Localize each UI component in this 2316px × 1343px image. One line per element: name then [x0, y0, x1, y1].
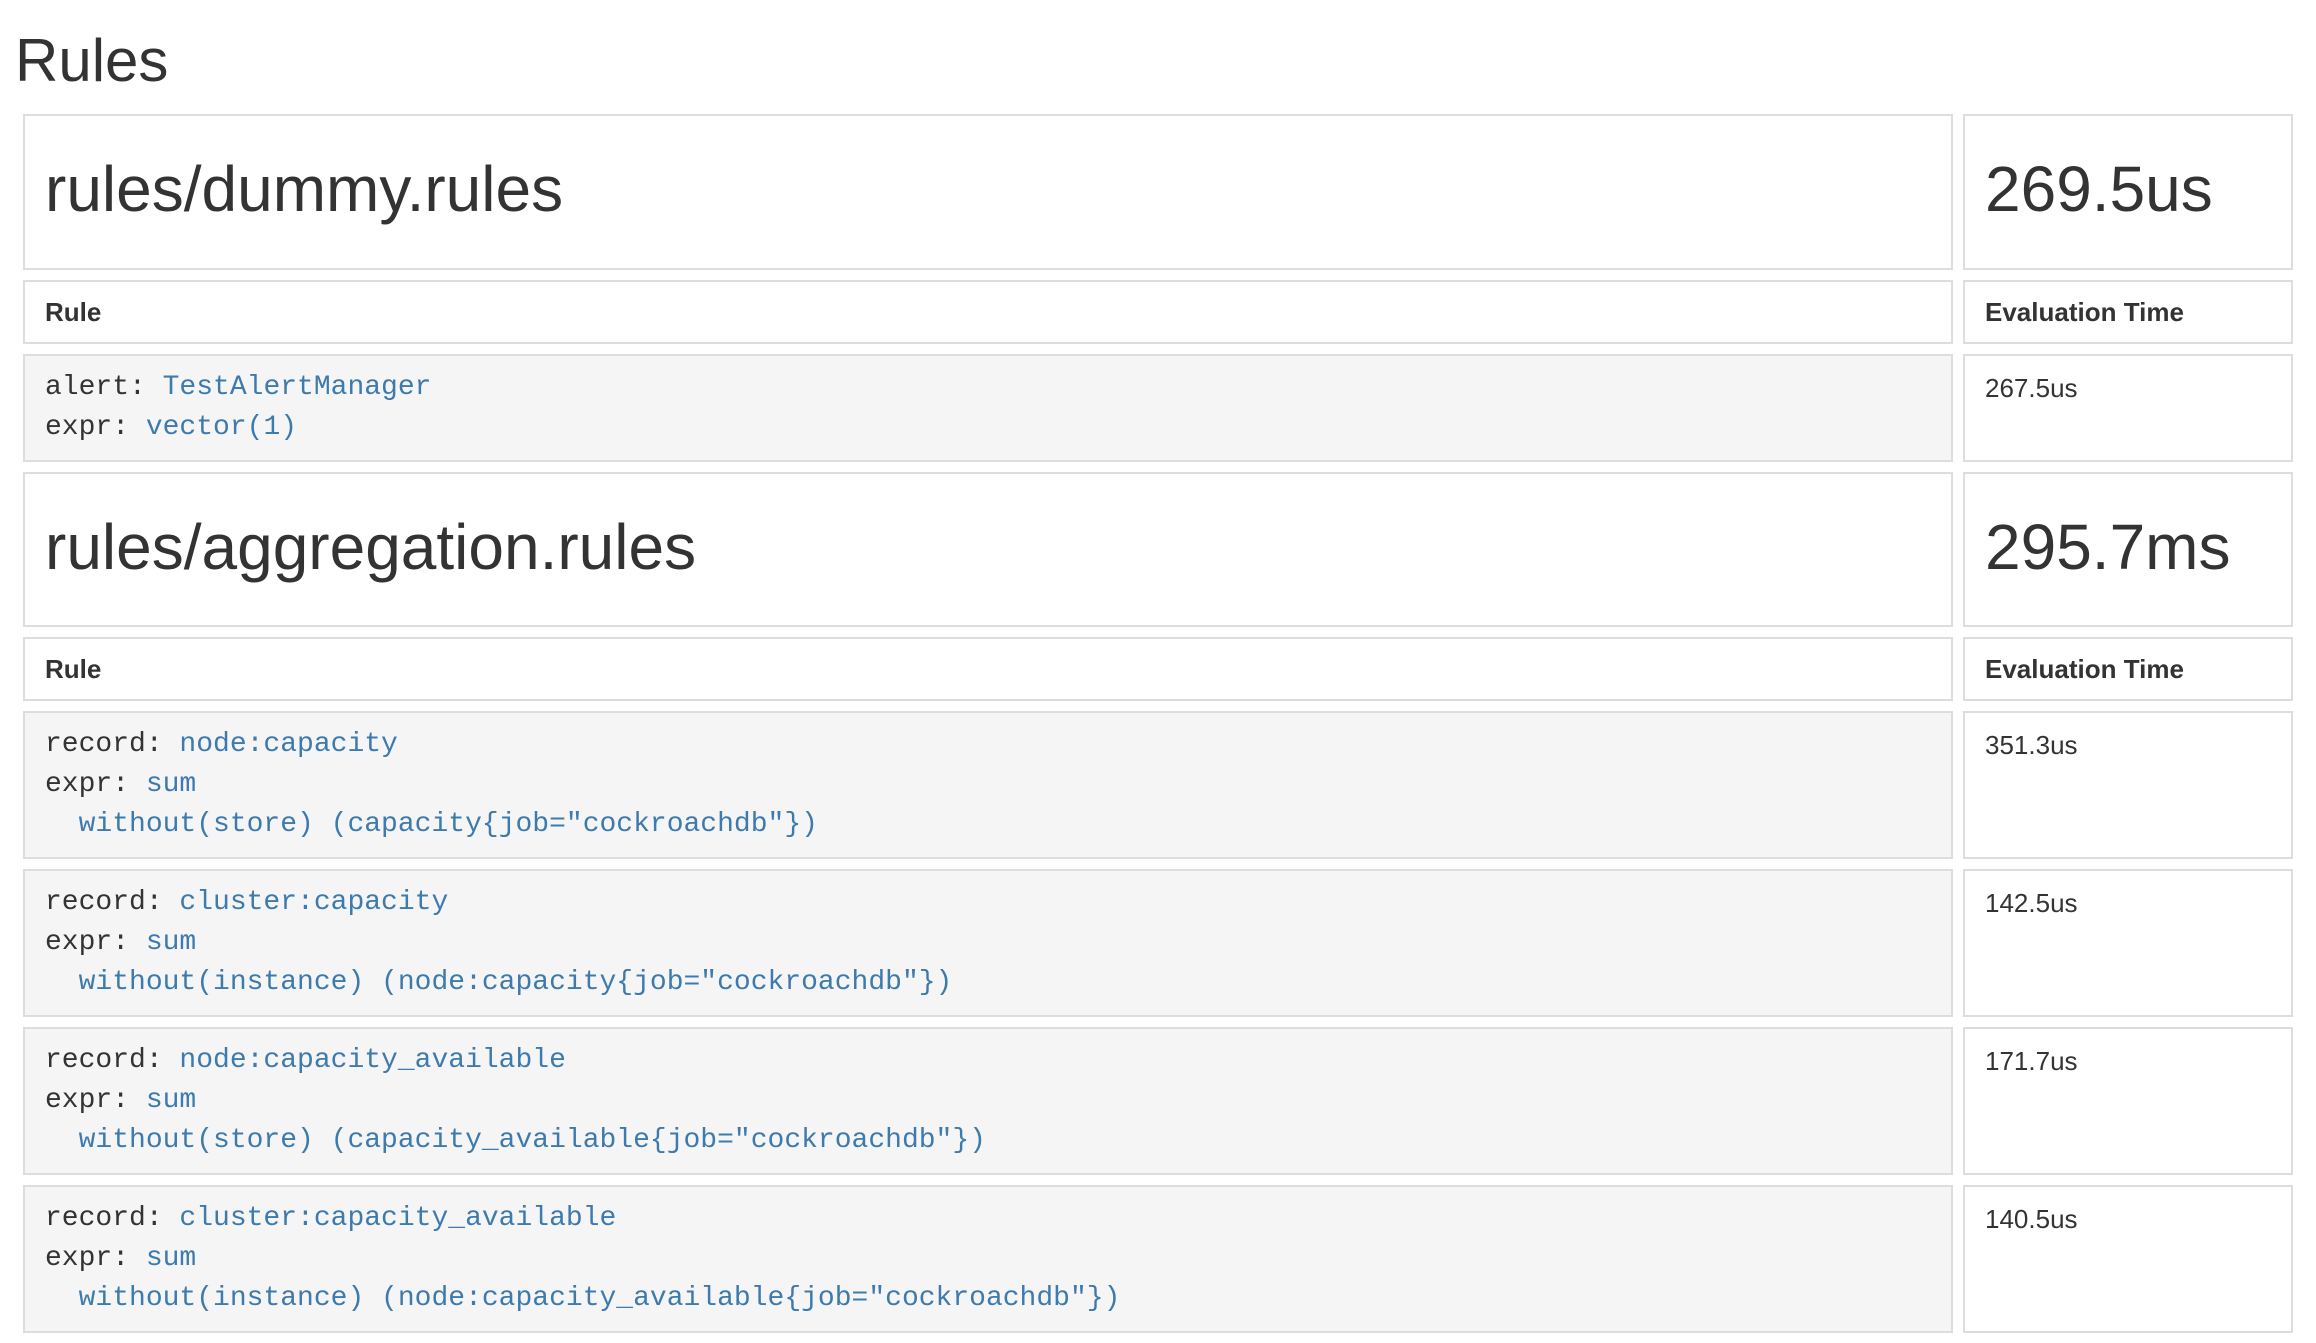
promql-expression-link[interactable]: vector(1): [146, 412, 297, 443]
rule-group-file: rules/aggregation.rules: [45, 512, 1931, 584]
column-header-row: RuleEvaluation Time: [23, 637, 2293, 701]
rule-keyword: expr:: [45, 927, 146, 958]
rule-keyword: record:: [45, 1045, 179, 1076]
rule-keyword: record:: [45, 887, 179, 918]
rule-row: alert: TestAlertManager expr: vector(1) 2…: [23, 354, 2293, 462]
rule-definition-cell: record: node:capacity_available expr: su…: [23, 1027, 1953, 1175]
rule-definition: record: node:capacity expr: sum without(…: [45, 725, 1931, 845]
rule-definition-cell: record: node:capacity expr: sum without(…: [23, 711, 1953, 859]
promql-expression-link[interactable]: node:capacity_available: [179, 1045, 565, 1076]
rule-keyword: expr:: [45, 1243, 146, 1274]
rule-keyword: expr:: [45, 1085, 146, 1116]
rule-group-eval-time-cell: 269.5us: [1963, 114, 2293, 270]
rule-column-header: Rule: [23, 637, 1953, 701]
promql-expression-link[interactable]: node:capacity: [179, 729, 397, 760]
rule-group-eval-time: 269.5us: [1985, 154, 2271, 226]
rule-group-eval-time: 295.7ms: [1985, 512, 2271, 584]
rule-row: record: cluster:capacity expr: sum witho…: [23, 869, 2293, 1017]
rule-definition: record: cluster:capacity_available expr:…: [45, 1199, 1931, 1319]
rule-eval-time: 267.5us: [1963, 354, 2293, 462]
rule-keyword: record:: [45, 1203, 179, 1234]
promql-expression-link[interactable]: sum without(store) (capacity{job="cockro…: [45, 769, 818, 840]
rule-row: record: cluster:capacity_available expr:…: [23, 1185, 2293, 1333]
promql-expression-link[interactable]: cluster:capacity_available: [179, 1203, 616, 1234]
rules-table-body: rules/dummy.rules269.5usRuleEvaluation T…: [23, 114, 2293, 1333]
rule-definition: alert: TestAlertManager expr: vector(1): [45, 368, 1931, 448]
rule-eval-time: 142.5us: [1963, 869, 2293, 1017]
page-title: Rules: [15, 28, 2303, 94]
rule-definition-cell: record: cluster:capacity_available expr:…: [23, 1185, 1953, 1333]
column-header-row: RuleEvaluation Time: [23, 280, 2293, 344]
promql-expression-link[interactable]: cluster:capacity: [179, 887, 448, 918]
promql-expression-link[interactable]: sum without(instance) (node:capacity{job…: [45, 927, 952, 998]
rules-table: rules/dummy.rules269.5usRuleEvaluation T…: [13, 104, 2303, 1343]
eval-time-column-header: Evaluation Time: [1963, 280, 2293, 344]
eval-time-column-header: Evaluation Time: [1963, 637, 2293, 701]
rule-eval-time: 171.7us: [1963, 1027, 2293, 1175]
rule-group-file-cell: rules/aggregation.rules: [23, 472, 1953, 628]
rule-keyword: alert:: [45, 372, 163, 403]
promql-expression-link[interactable]: TestAlertManager: [163, 372, 432, 403]
rule-row: record: node:capacity_available expr: su…: [23, 1027, 2293, 1175]
rule-keyword: expr:: [45, 769, 146, 800]
rule-group-eval-time-cell: 295.7ms: [1963, 472, 2293, 628]
rule-row: record: node:capacity expr: sum without(…: [23, 711, 2293, 859]
rule-definition-cell: record: cluster:capacity expr: sum witho…: [23, 869, 1953, 1017]
rule-group-file-cell: rules/dummy.rules: [23, 114, 1953, 270]
rule-eval-time: 140.5us: [1963, 1185, 2293, 1333]
rule-keyword: record:: [45, 729, 179, 760]
rule-group-header-row: rules/aggregation.rules 295.7ms: [23, 472, 2293, 628]
rule-group-file: rules/dummy.rules: [45, 154, 1931, 226]
rule-definition: record: node:capacity_available expr: su…: [45, 1041, 1931, 1161]
rule-definition: record: cluster:capacity expr: sum witho…: [45, 883, 1931, 1003]
rule-column-header: Rule: [23, 280, 1953, 344]
rule-group-header-row: rules/dummy.rules 269.5us: [23, 114, 2293, 270]
rule-eval-time: 351.3us: [1963, 711, 2293, 859]
rule-keyword: expr:: [45, 412, 146, 443]
promql-expression-link[interactable]: sum without(store) (capacity_available{j…: [45, 1085, 986, 1156]
promql-expression-link[interactable]: sum without(instance) (node:capacity_ava…: [45, 1243, 1120, 1314]
rules-page: Rules rules/dummy.rules269.5usRuleEvalua…: [0, 0, 2316, 1343]
rule-definition-cell: alert: TestAlertManager expr: vector(1): [23, 354, 1953, 462]
